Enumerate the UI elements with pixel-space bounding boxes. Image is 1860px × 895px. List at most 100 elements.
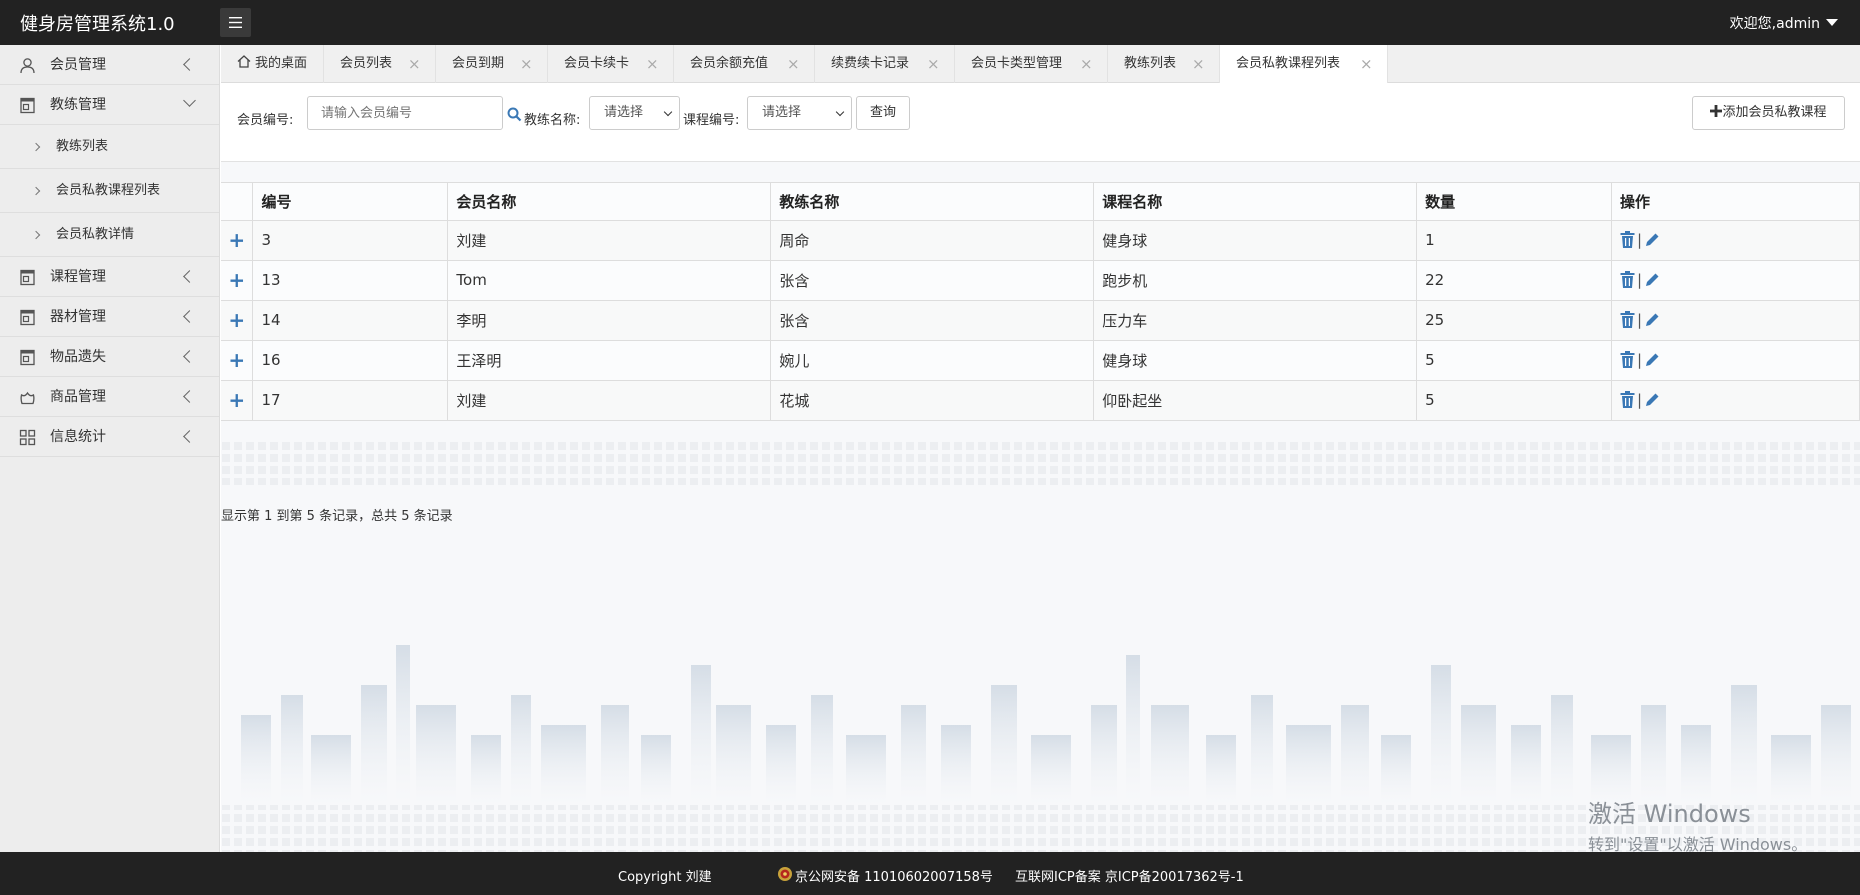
app-title: 健身房管理系统1.0 bbox=[20, 14, 175, 35]
search-panel: 会员编号: 教练名称: 请选择 课程编号: 请选择 查询 添加会员私教课程 bbox=[221, 83, 1860, 162]
coach-select-value: 请选择 bbox=[604, 105, 644, 120]
footer-icp-record[interactable]: 互联网ICP备案 京ICP备20017362号-1 bbox=[1015, 866, 1244, 885]
cell-id: 13 bbox=[252, 260, 449, 301]
user-greeting: 欢迎您,admin bbox=[1729, 16, 1820, 32]
tab-coach-list[interactable]: 教练列表 × bbox=[1108, 45, 1220, 83]
tab-label: 会员列表 bbox=[340, 56, 393, 71]
tab-private-course-list[interactable]: 会员私教课程列表 × bbox=[1220, 45, 1388, 84]
trash-icon[interactable] bbox=[1620, 311, 1635, 328]
sidebar-subitem-private-detail[interactable]: 会员私教详情 bbox=[0, 213, 219, 257]
expand-row-icon[interactable]: + bbox=[221, 260, 254, 301]
cell-id: 14 bbox=[252, 300, 449, 341]
home-icon bbox=[237, 55, 251, 68]
sidebar-item-label: 商品管理 bbox=[50, 389, 106, 405]
expand-column-header bbox=[221, 183, 254, 221]
expand-row-icon[interactable]: + bbox=[221, 300, 254, 341]
cell-quantity: 1 bbox=[1416, 220, 1613, 261]
close-icon[interactable]: × bbox=[927, 45, 940, 83]
trash-icon[interactable] bbox=[1620, 231, 1635, 248]
tab-balance-recharge[interactable]: 会员余额充值 × bbox=[674, 45, 815, 83]
coach-select[interactable]: 请选择 bbox=[589, 96, 680, 130]
tab-card-renew[interactable]: 会员卡续卡 × bbox=[548, 45, 674, 83]
sidebar-item-label: 课程管理 bbox=[50, 269, 106, 285]
tab-card-type-management[interactable]: 会员卡类型管理 × bbox=[955, 45, 1108, 83]
tab-bar: 我的桌面 会员列表 × 会员到期 × 会员卡续卡 × 会员余额充值 × 续费续卡… bbox=[221, 45, 1860, 84]
chevron-left-icon bbox=[183, 390, 196, 403]
close-icon[interactable]: × bbox=[1080, 45, 1093, 83]
cell-course: 仰卧起坐 bbox=[1093, 380, 1418, 421]
cell-actions: | bbox=[1611, 220, 1860, 261]
cell-coach: 周命 bbox=[770, 220, 1095, 261]
cell-actions: | bbox=[1611, 300, 1860, 341]
tab-renew-records[interactable]: 续费续卡记录 × bbox=[815, 45, 955, 83]
add-private-course-button[interactable]: 添加会员私教课程 bbox=[1692, 96, 1845, 130]
cell-course: 健身球 bbox=[1093, 220, 1418, 261]
trash-icon[interactable] bbox=[1620, 351, 1635, 368]
chevron-left-icon bbox=[183, 270, 196, 283]
cell-quantity: 5 bbox=[1416, 340, 1613, 381]
action-separator: | bbox=[1637, 391, 1643, 409]
main-content: 我的桌面 会员列表 × 会员到期 × 会员卡续卡 × 会员余额充值 × 续费续卡… bbox=[221, 45, 1860, 852]
sidebar-item-member[interactable]: 会员管理 bbox=[0, 45, 219, 85]
cell-coach: 张含 bbox=[770, 300, 1095, 341]
expand-row-icon[interactable]: + bbox=[221, 220, 254, 261]
caret-down-icon bbox=[1826, 19, 1838, 26]
coach-label: 教练名称: bbox=[524, 113, 581, 128]
grid-icon bbox=[19, 429, 36, 446]
data-table: 编号 会员名称 教练名称 课程名称 数量 操作 + 3 刘建 周命 健身球 1 bbox=[221, 182, 1860, 487]
close-icon[interactable]: × bbox=[646, 45, 659, 83]
cell-quantity: 25 bbox=[1416, 300, 1613, 341]
sidebar-subitem-coach-list[interactable]: 教练列表 bbox=[0, 125, 219, 169]
edit-pencil-icon[interactable] bbox=[1644, 352, 1660, 368]
search-icon bbox=[507, 107, 522, 122]
expand-row-icon[interactable]: + bbox=[221, 380, 254, 421]
tab-my-desktop[interactable]: 我的桌面 bbox=[221, 45, 324, 83]
sidebar-item-statistics[interactable]: 信息统计 bbox=[0, 417, 219, 457]
action-separator: | bbox=[1637, 311, 1643, 329]
sidebar-item-coach[interactable]: 教练管理 bbox=[0, 85, 219, 125]
edit-pencil-icon[interactable] bbox=[1644, 232, 1660, 248]
query-button[interactable]: 查询 bbox=[856, 96, 910, 130]
cell-member: 李明 bbox=[447, 300, 772, 341]
close-icon[interactable]: × bbox=[1360, 45, 1373, 83]
sidebar-subitem-private-course-list[interactable]: 会员私教课程列表 bbox=[0, 169, 219, 213]
chevron-down-icon bbox=[835, 107, 845, 117]
chevron-down-icon bbox=[663, 107, 673, 117]
close-icon[interactable]: × bbox=[1192, 45, 1205, 83]
action-separator: | bbox=[1637, 271, 1643, 289]
column-header-id: 编号 bbox=[252, 183, 449, 221]
close-icon[interactable]: × bbox=[787, 45, 800, 83]
tab-label: 我的桌面 bbox=[255, 56, 308, 71]
footer-police-record[interactable]: 京公网安备 11010602007158号 bbox=[795, 866, 993, 885]
user-menu[interactable]: 欢迎您,admin bbox=[1730, 13, 1838, 33]
table-row: + 3 刘建 周命 健身球 1 | bbox=[221, 220, 1860, 261]
sidebar-item-lost-items[interactable]: 物品遗失 bbox=[0, 337, 219, 377]
sidebar-item-course[interactable]: 课程管理 bbox=[0, 257, 219, 297]
close-icon[interactable]: × bbox=[408, 45, 421, 83]
sidebar-item-equipment[interactable]: 器材管理 bbox=[0, 297, 219, 337]
edit-pencil-icon[interactable] bbox=[1644, 272, 1660, 288]
sidebar-item-goods[interactable]: 商品管理 bbox=[0, 377, 219, 417]
close-icon[interactable]: × bbox=[520, 45, 533, 83]
user-icon bbox=[20, 58, 35, 74]
expand-row-icon[interactable]: + bbox=[221, 340, 254, 381]
trash-icon[interactable] bbox=[1620, 391, 1635, 408]
table-header-row: 编号 会员名称 教练名称 课程名称 数量 操作 bbox=[221, 183, 1860, 221]
cell-member: 王泽明 bbox=[447, 340, 772, 381]
tab-member-list[interactable]: 会员列表 × bbox=[324, 45, 436, 83]
tab-label: 会员卡类型管理 bbox=[971, 56, 1063, 71]
chevron-left-icon bbox=[183, 430, 196, 443]
hamburger-icon bbox=[229, 17, 242, 28]
add-button-label: 添加会员私教课程 bbox=[1722, 105, 1827, 120]
tab-member-expiry[interactable]: 会员到期 × bbox=[436, 45, 548, 83]
sidebar-subitem-label: 会员私教详情 bbox=[56, 227, 135, 242]
menu-toggle-button[interactable] bbox=[220, 8, 251, 37]
sidebar-item-label: 会员管理 bbox=[50, 57, 106, 73]
action-separator: | bbox=[1637, 231, 1643, 249]
course-select[interactable]: 请选择 bbox=[747, 96, 852, 130]
chevron-down-icon bbox=[183, 94, 196, 107]
edit-pencil-icon[interactable] bbox=[1644, 312, 1660, 328]
edit-pencil-icon[interactable] bbox=[1644, 392, 1660, 408]
trash-icon[interactable] bbox=[1620, 271, 1635, 288]
member-no-input[interactable] bbox=[307, 96, 503, 130]
